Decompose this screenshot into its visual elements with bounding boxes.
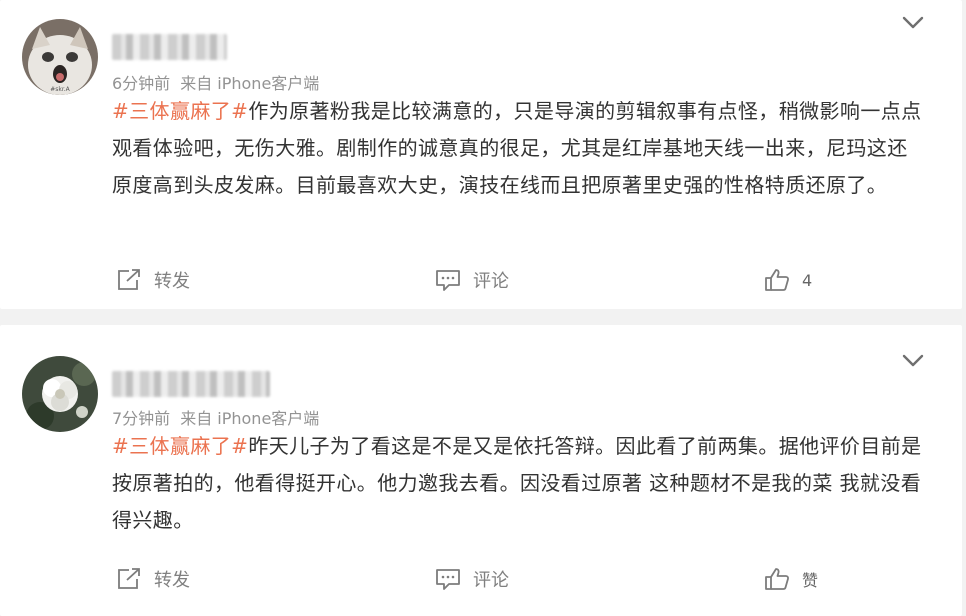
comment-icon	[436, 270, 460, 291]
username-blurred[interactable]	[112, 371, 270, 397]
repost-button[interactable]: 转发	[116, 265, 190, 295]
avatar[interactable]: #skr.A	[22, 19, 98, 95]
post-card: #skr.A 6分钟前 来自 iPhone客户端 #三体赢麻了#作为原著粉我是比较…	[0, 0, 962, 309]
post-time[interactable]: 7分钟前	[112, 409, 170, 428]
post-source: 来自 iPhone客户端	[180, 409, 320, 428]
post-card: 7分钟前 来自 iPhone客户端 #三体赢麻了#昨天儿子为了看这是不是又是依托答…	[0, 325, 962, 616]
post-meta: 6分钟前 来自 iPhone客户端	[112, 70, 319, 94]
post-content: #三体赢麻了#作为原著粉我是比较满意的，只是导演的剪辑叙事有点怪，稍微影响一点点…	[112, 93, 927, 204]
like-button[interactable]: 赞	[764, 564, 818, 594]
comment-button[interactable]: 评论	[435, 265, 509, 295]
username-blurred[interactable]	[112, 34, 227, 60]
comment-label: 评论	[473, 271, 509, 292]
comment-label: 评论	[473, 570, 509, 591]
hashtag-link[interactable]: #三体赢麻了#	[112, 434, 248, 458]
chevron-down-icon[interactable]	[902, 354, 924, 368]
comment-button[interactable]: 评论	[435, 564, 509, 594]
avatar-cat-image: #skr.A	[22, 19, 98, 95]
repost-icon	[118, 568, 140, 589]
post-meta: 7分钟前 来自 iPhone客户端	[112, 405, 319, 429]
post-actions: 转发 评论 4	[0, 265, 962, 295]
like-label: 赞	[802, 571, 819, 590]
like-button[interactable]: 4	[764, 265, 812, 295]
hashtag-link[interactable]: #三体赢麻了#	[112, 99, 248, 123]
chevron-down-icon[interactable]	[902, 16, 924, 30]
repost-icon	[118, 269, 140, 290]
like-icon	[765, 269, 789, 291]
avatar-flower-image	[22, 356, 98, 432]
comment-icon	[436, 569, 460, 590]
like-icon	[765, 568, 789, 590]
avatar-caption: #skr.A	[50, 86, 70, 93]
repost-button[interactable]: 转发	[116, 564, 190, 594]
post-content: #三体赢麻了#昨天儿子为了看这是不是又是依托答辩。因此看了前两集。据他评价目前是…	[112, 428, 927, 539]
post-time[interactable]: 6分钟前	[112, 74, 170, 93]
weibo-feed: #skr.A 6分钟前 来自 iPhone客户端 #三体赢麻了#作为原著粉我是比较…	[0, 0, 966, 616]
repost-label: 转发	[154, 271, 190, 292]
avatar[interactable]	[22, 356, 98, 432]
repost-label: 转发	[154, 570, 190, 591]
post-source: 来自 iPhone客户端	[180, 74, 320, 93]
post-actions: 转发 评论 赞	[0, 564, 962, 594]
like-count: 4	[802, 270, 813, 290]
